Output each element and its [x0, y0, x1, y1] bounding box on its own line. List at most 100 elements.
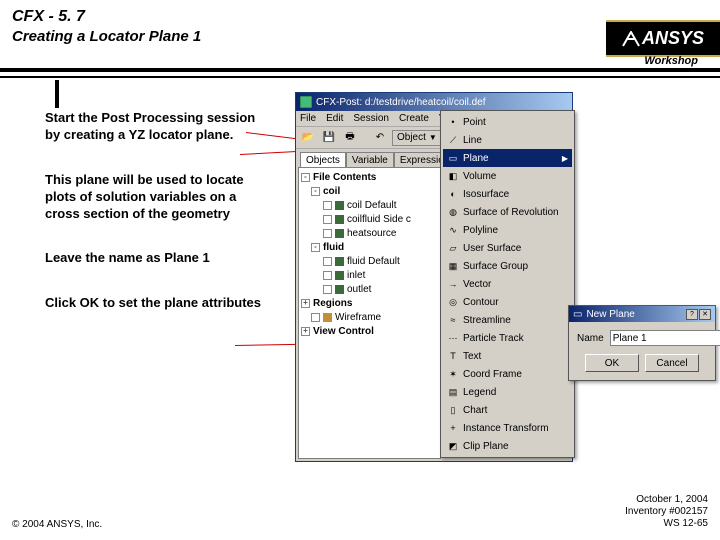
instruction-text: Click OK to set the plane attributes	[45, 295, 265, 312]
tree-item[interactable]: fluid	[323, 242, 344, 253]
menu-item-instance[interactable]: +Instance Transform	[443, 419, 572, 437]
line-icon: ⟋	[447, 134, 459, 146]
volume-icon: ◧	[447, 170, 459, 182]
cancel-button[interactable]: Cancel	[645, 354, 699, 372]
streamline-icon: ≈	[447, 314, 459, 326]
object-tree[interactable]: -File Contents -coil coil Default coilfl…	[298, 167, 441, 459]
color-swatch-icon	[335, 257, 344, 266]
tree-toggle-icon[interactable]: +	[301, 327, 310, 336]
chevron-down-icon: ▼	[429, 133, 437, 142]
particle-track-icon: ⋯	[447, 332, 459, 344]
menu-item-clipplane[interactable]: ◩Clip Plane	[443, 437, 572, 455]
checkbox[interactable]	[311, 313, 320, 322]
app-icon	[300, 96, 312, 108]
menu-item-usersurf[interactable]: ▱User Surface	[443, 239, 572, 257]
user-surface-icon: ▱	[447, 242, 459, 254]
window-title: CFX-Post: d:/testdrive/heatcoil/coil.def	[316, 97, 568, 108]
dialog-title: New Plane	[586, 309, 634, 320]
toolbar-undo-icon[interactable]: ↶	[371, 129, 389, 147]
color-swatch-icon	[335, 201, 344, 210]
menu-item-point[interactable]: •Point	[443, 113, 572, 131]
checkbox[interactable]	[323, 201, 332, 210]
surface-revolution-icon: ◍	[447, 206, 459, 218]
menu-item-vector[interactable]: →Vector	[443, 275, 572, 293]
menu-item-isosurface[interactable]: ◐Isosurface	[443, 185, 572, 203]
text-icon: T	[447, 350, 459, 362]
tree-toggle-icon[interactable]: -	[311, 243, 320, 252]
toolbar-save-icon[interactable]: 💾	[320, 129, 338, 147]
copyright: © 2004 ANSYS, Inc.	[12, 519, 102, 530]
menu-item-surfrev[interactable]: ◍Surface of Revolution	[443, 203, 572, 221]
tree-toggle-icon[interactable]: -	[311, 187, 320, 196]
menu-create[interactable]: Create	[399, 113, 429, 124]
divider-vertical	[55, 80, 59, 108]
menu-item-surfgroup[interactable]: ▦Surface Group	[443, 257, 572, 275]
vector-icon: →	[447, 278, 459, 290]
workshop-label: Workshop	[644, 55, 698, 67]
checkbox[interactable]	[323, 271, 332, 280]
instance-transform-icon: +	[447, 422, 459, 434]
menu-item-chart[interactable]: ▯Chart	[443, 401, 572, 419]
menu-item-plane[interactable]: ▭Plane▶	[443, 149, 572, 167]
tree-toggle-icon[interactable]: +	[301, 299, 310, 308]
surface-group-icon: ▦	[447, 260, 459, 272]
instruction-text: Start the Post Processing session by cre…	[45, 110, 265, 144]
page-subtitle: Creating a Locator Plane 1	[12, 28, 708, 45]
tree-item[interactable]: heatsource	[347, 228, 396, 239]
tab-variable[interactable]: Variable	[346, 152, 394, 168]
ok-button[interactable]: OK	[585, 354, 639, 372]
object-create-menu: •Point ⟋Line ▭Plane▶ ◧Volume ◐Isosurface…	[440, 110, 575, 458]
tree-item[interactable]: Regions	[313, 298, 352, 309]
menu-item-coordframe[interactable]: ✶Coord Frame	[443, 365, 572, 383]
menu-item-line[interactable]: ⟋Line	[443, 131, 572, 149]
menu-item-polyline[interactable]: ∿Polyline	[443, 221, 572, 239]
clip-plane-icon: ◩	[447, 440, 459, 452]
wireframe-icon	[323, 313, 332, 322]
menu-item-particle[interactable]: ⋯Particle Track	[443, 329, 572, 347]
menu-item-contour[interactable]: ◎Contour	[443, 293, 572, 311]
checkbox[interactable]	[323, 257, 332, 266]
plane-name-input[interactable]	[610, 330, 720, 346]
menu-item-streamline[interactable]: ≈Streamline	[443, 311, 572, 329]
menu-file[interactable]: File	[300, 113, 316, 124]
instruction-text: Leave the name as Plane 1	[45, 250, 265, 267]
object-dropdown-button[interactable]: Object ▼	[392, 130, 442, 146]
toolbar-open-icon[interactable]: 📂	[299, 129, 317, 147]
contour-icon: ◎	[447, 296, 459, 308]
tree-item[interactable]: coilfluid Side c	[347, 214, 411, 225]
tree-item[interactable]: View Control	[313, 326, 374, 337]
chart-icon: ▯	[447, 404, 459, 416]
menu-item-volume[interactable]: ◧Volume	[443, 167, 572, 185]
help-button[interactable]: ?	[686, 309, 698, 320]
color-swatch-icon	[335, 285, 344, 294]
menu-item-legend[interactable]: ▤Legend	[443, 383, 572, 401]
toolbar-print-icon[interactable]: 🖶	[341, 129, 359, 147]
new-plane-dialog: ▭ New Plane ? ✕ Name OK Cancel	[568, 305, 716, 381]
menu-item-text[interactable]: TText	[443, 347, 572, 365]
ansys-logo-icon	[622, 31, 640, 47]
checkbox[interactable]	[323, 285, 332, 294]
menu-session[interactable]: Session	[353, 113, 389, 124]
tab-objects[interactable]: Objects	[300, 152, 346, 168]
close-button[interactable]: ✕	[699, 309, 711, 320]
tree-item[interactable]: fluid Default	[347, 256, 400, 267]
window-titlebar[interactable]: CFX-Post: d:/testdrive/heatcoil/coil.def	[296, 93, 572, 111]
tree-item[interactable]: outlet	[347, 284, 371, 295]
point-icon: •	[447, 116, 459, 128]
divider	[0, 76, 720, 78]
tree-item[interactable]: coil Default	[347, 200, 396, 211]
tree-item[interactable]: Wireframe	[335, 312, 381, 323]
tree-item[interactable]: inlet	[347, 270, 365, 281]
page-title: CFX - 5. 7	[12, 8, 708, 26]
plane-icon: ▭	[447, 152, 459, 164]
checkbox[interactable]	[323, 229, 332, 238]
color-swatch-icon	[335, 229, 344, 238]
dialog-titlebar[interactable]: ▭ New Plane ? ✕	[569, 306, 715, 322]
checkbox[interactable]	[323, 215, 332, 224]
tree-item[interactable]: coil	[323, 186, 340, 197]
color-swatch-icon	[335, 215, 344, 224]
menu-edit[interactable]: Edit	[326, 113, 343, 124]
coord-frame-icon: ✶	[447, 368, 459, 380]
tree-item[interactable]: File Contents	[313, 172, 376, 183]
tree-toggle-icon[interactable]: -	[301, 173, 310, 182]
